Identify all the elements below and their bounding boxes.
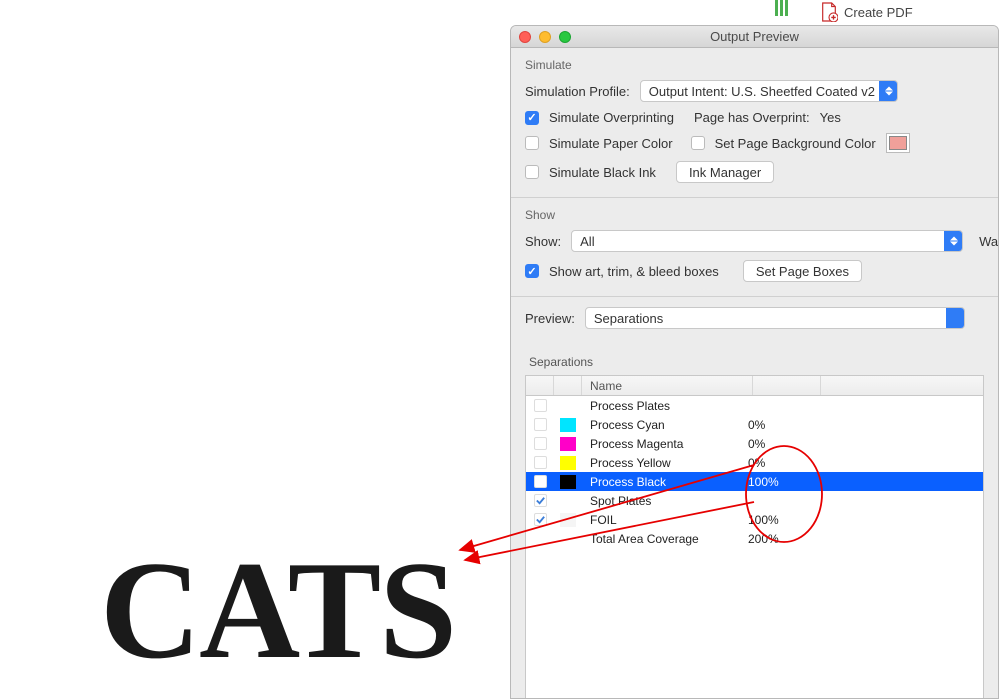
ink-swatch <box>560 418 576 432</box>
separation-row[interactable]: Process Yellow0% <box>526 453 983 472</box>
simulate-black-ink-label: Simulate Black Ink <box>549 165 656 180</box>
separation-value: 0% <box>742 418 810 432</box>
separation-value: 100% <box>742 513 810 527</box>
set-bg-color-label: Set Page Background Color <box>715 136 876 151</box>
separation-checkbox[interactable] <box>534 494 547 507</box>
separation-row[interactable]: Spot Plates <box>526 491 983 510</box>
separation-checkbox[interactable] <box>534 456 547 469</box>
separation-value: 0% <box>742 437 810 451</box>
separation-checkbox[interactable] <box>534 399 547 412</box>
page-has-overprint-value: Yes <box>820 110 841 125</box>
preview-value: Separations <box>594 311 663 326</box>
pdf-icon <box>820 2 838 22</box>
separations-header: Name <box>526 376 983 396</box>
set-bg-color-checkbox[interactable] <box>691 136 705 150</box>
preview-select[interactable]: Separations <box>585 307 965 329</box>
separation-name: Spot Plates <box>582 494 742 508</box>
show-label: Show: <box>525 234 561 249</box>
simulation-profile-value: Output Intent: U.S. Sheetfed Coated v2 <box>649 84 875 99</box>
separation-row[interactable]: Total Area Coverage200% <box>526 529 983 548</box>
separation-value: 100% <box>742 475 810 489</box>
separation-name: FOIL <box>582 513 742 527</box>
separation-checkbox[interactable] <box>534 437 547 450</box>
ink-swatch <box>560 475 576 489</box>
separation-value: 0% <box>742 456 810 470</box>
toolbar-fragment <box>775 0 788 16</box>
separation-row[interactable]: Process Black100% <box>526 472 983 491</box>
show-value: All <box>580 234 594 249</box>
window-titlebar[interactable]: Output Preview <box>511 26 998 48</box>
separation-checkbox[interactable] <box>534 513 547 526</box>
separation-name: Total Area Coverage <box>582 532 742 546</box>
set-page-boxes-button[interactable]: Set Page Boxes <box>743 260 862 282</box>
simulate-black-ink-checkbox[interactable] <box>525 165 539 179</box>
name-column-header[interactable]: Name <box>582 376 753 395</box>
separations-section-label: Separations <box>529 355 984 369</box>
create-pdf-item[interactable]: Create PDF <box>820 2 913 22</box>
window-title: Output Preview <box>511 29 998 44</box>
separation-row[interactable]: FOIL100% <box>526 510 983 529</box>
separation-row[interactable]: Process Plates <box>526 396 983 415</box>
bg-color-swatch[interactable] <box>886 133 910 153</box>
ink-swatch <box>560 513 576 527</box>
create-pdf-label: Create PDF <box>844 5 913 20</box>
ink-manager-button[interactable]: Ink Manager <box>676 161 774 183</box>
show-boxes-label: Show art, trim, & bleed boxes <box>549 264 719 279</box>
simulate-paper-color-label: Simulate Paper Color <box>549 136 673 151</box>
separation-name: Process Yellow <box>582 456 742 470</box>
separation-checkbox[interactable] <box>534 418 547 431</box>
separations-table: Name Process PlatesProcess Cyan0%Process… <box>525 375 984 699</box>
ink-swatch <box>560 456 576 470</box>
page-has-overprint-label: Page has Overprint: <box>694 110 810 125</box>
show-select[interactable]: All <box>571 230 963 252</box>
separation-row[interactable]: Process Cyan0% <box>526 415 983 434</box>
separation-name: Process Black <box>582 475 742 489</box>
output-preview-window: Output Preview Simulate Simulation Profi… <box>510 25 999 699</box>
show-boxes-checkbox[interactable] <box>525 264 539 278</box>
separation-checkbox[interactable] <box>534 475 547 488</box>
simulate-section-label: Simulate <box>525 58 984 72</box>
separation-name: Process Cyan <box>582 418 742 432</box>
simulation-profile-select[interactable]: Output Intent: U.S. Sheetfed Coated v2 <box>640 80 898 102</box>
separation-name: Process Plates <box>582 399 742 413</box>
separation-row[interactable]: Process Magenta0% <box>526 434 983 453</box>
warning-label: Warnin <box>979 234 999 249</box>
preview-label: Preview: <box>525 311 575 326</box>
simulation-profile-label: Simulation Profile: <box>525 84 630 99</box>
separation-value: 200% <box>742 532 810 546</box>
ink-swatch <box>560 437 576 451</box>
separation-name: Process Magenta <box>582 437 742 451</box>
simulate-paper-color-checkbox[interactable] <box>525 136 539 150</box>
sample-text-cats: CATS <box>100 530 455 691</box>
show-section-label: Show <box>525 208 984 222</box>
simulate-overprinting-label: Simulate Overprinting <box>549 110 674 125</box>
simulate-overprinting-checkbox[interactable] <box>525 111 539 125</box>
